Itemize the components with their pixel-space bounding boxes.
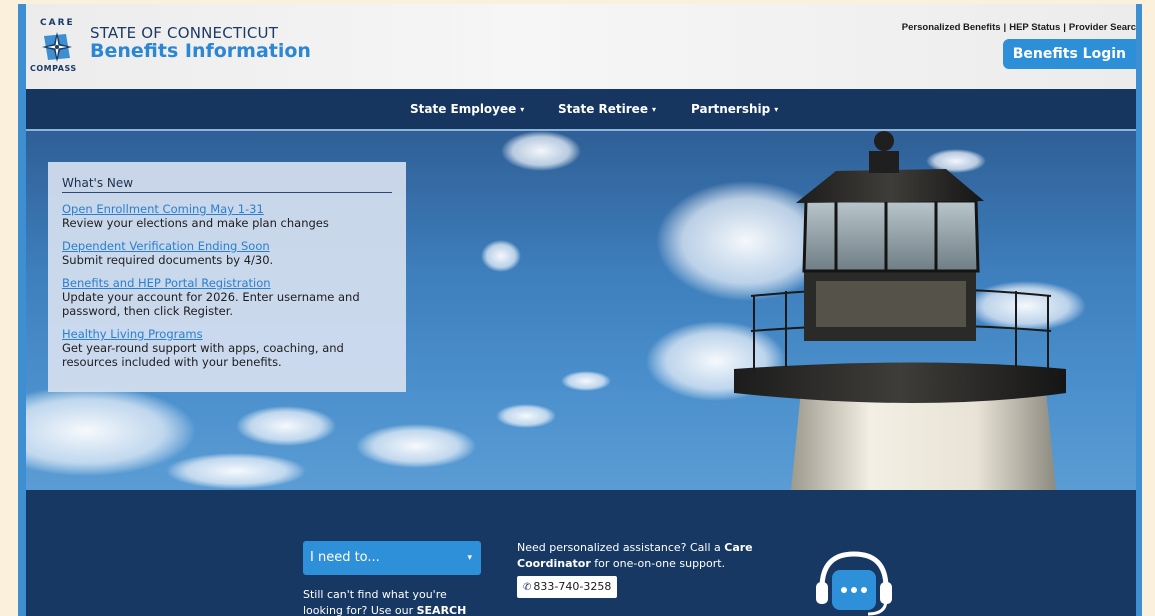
- main-nav: State Employee ▾ State Retiree ▾ Partnersh…: [26, 89, 1136, 131]
- phone-number-button[interactable]: ✆ 833-740-3258: [517, 576, 618, 598]
- search-link[interactable]: SEARCH: [417, 604, 467, 616]
- news-item: Open Enrollment Coming May 1-31 Review y…: [62, 203, 392, 231]
- nav-label: State Employee: [410, 102, 517, 116]
- page: CARE COMPASS STATE OF CONNECTICUT Benefi…: [26, 4, 1136, 616]
- care-compass-logo[interactable]: CARE COMPASS: [30, 18, 88, 76]
- whats-new-panel: What's New Open Enrollment Coming May 1-…: [48, 162, 406, 392]
- site-header: CARE COMPASS STATE OF CONNECTICUT Benefi…: [26, 4, 1136, 89]
- benefits-login-button[interactable]: Benefits Login: [1002, 39, 1136, 69]
- assistance-suffix: for one-on-one support.: [590, 557, 726, 570]
- news-link-healthy-living[interactable]: Healthy Living Programs: [62, 328, 392, 341]
- news-description: Submit required documents by 4/30.: [62, 253, 274, 267]
- news-description: Get year-round support with apps, coachi…: [62, 341, 344, 369]
- logo-text-care: CARE: [40, 18, 75, 28]
- phone-number: 833-740-3258: [533, 580, 612, 593]
- news-link-portal-registration[interactable]: Benefits and HEP Portal Registration: [62, 277, 392, 290]
- hero-banner: What's New Open Enrollment Coming May 1-…: [26, 131, 1136, 490]
- logo-text-compass: COMPASS: [30, 64, 77, 73]
- i-need-to-dropdown[interactable]: I need to... ▾: [303, 541, 481, 575]
- news-item: Healthy Living Programs Get year-round s…: [62, 328, 392, 370]
- link-separator: |: [1063, 22, 1066, 33]
- chevron-down-icon: ▾: [520, 105, 525, 114]
- nav-state-employee[interactable]: State Employee ▾: [410, 102, 524, 116]
- news-description: Update your account for 2026. Enter user…: [62, 290, 360, 318]
- link-separator: |: [1003, 22, 1007, 33]
- whats-new-title: What's New: [62, 176, 392, 193]
- phone-icon: ✆: [523, 582, 532, 593]
- nav-partnership[interactable]: Partnership ▾: [691, 102, 778, 116]
- site-title[interactable]: Benefits Information: [90, 40, 311, 62]
- nav-label: Partnership: [691, 102, 771, 116]
- link-provider-search[interactable]: Provider Searc: [1069, 22, 1136, 33]
- chevron-down-icon: ▾: [651, 105, 656, 114]
- news-link-dependent-verification[interactable]: Dependent Verification Ending Soon: [62, 240, 392, 253]
- link-personalized-benefits[interactable]: Personalized Benefits: [902, 22, 1001, 33]
- search-prompt: Still can't find what you're looking for…: [303, 587, 488, 616]
- browser-viewport: CARE COMPASS STATE OF CONNECTICUT Benefi…: [18, 4, 1142, 616]
- chevron-down-icon: ▾: [774, 105, 779, 114]
- nav-label: State Retiree: [558, 102, 648, 116]
- utility-links: Personalized Benefits | HEP Status | Provide…: [902, 22, 1136, 33]
- news-description: Review your elections and make plan chan…: [62, 216, 329, 230]
- help-section: I need to... ▾ Still can't find what you…: [26, 490, 1136, 616]
- dropdown-value: I need to...: [310, 550, 380, 565]
- compass-star-icon: [42, 32, 72, 62]
- nav-state-retiree[interactable]: State Retiree ▾: [558, 102, 656, 116]
- assistance-text: Need personalized assistance? Call a Car…: [517, 540, 777, 572]
- news-item: Benefits and HEP Portal Registration Upd…: [62, 277, 392, 319]
- link-hep-status[interactable]: HEP Status: [1009, 22, 1060, 33]
- headset-chat-icon[interactable]: [812, 550, 896, 616]
- news-item: Dependent Verification Ending Soon Submi…: [62, 240, 392, 268]
- chevron-down-icon: ▾: [467, 553, 472, 563]
- news-link-open-enrollment[interactable]: Open Enrollment Coming May 1-31: [62, 203, 392, 216]
- assistance-prefix: Need personalized assistance? Call a: [517, 541, 725, 554]
